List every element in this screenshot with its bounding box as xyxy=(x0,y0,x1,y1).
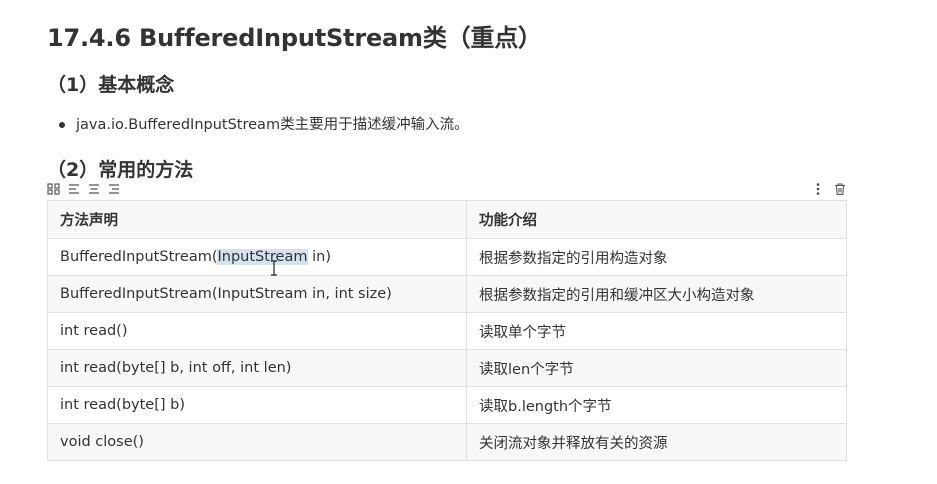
grid-icon[interactable] xyxy=(47,181,61,195)
table-row: int read(byte[] b, int off, int len) 读取l… xyxy=(47,349,847,387)
methods-table: 方法声明 功能介绍 BufferedInputStream(InputStrea… xyxy=(47,200,847,461)
table-row: BufferedInputStream(InputStream in, int … xyxy=(47,275,847,313)
more-vertical-icon[interactable] xyxy=(811,181,825,195)
header-method-declaration[interactable]: 方法声明 xyxy=(47,200,467,239)
table-toolbar xyxy=(47,181,847,196)
page-heading: 17.4.6 BufferedInputStream类（重点） xyxy=(47,24,542,52)
method-cell[interactable]: int read() xyxy=(47,312,467,350)
align-right-icon[interactable] xyxy=(107,181,121,195)
table-row: int read(byte[] b) 读取b.length个字节 xyxy=(47,386,847,424)
table-row: int read() 读取单个字节 xyxy=(47,312,847,350)
description-cell[interactable]: 读取b.length个字节 xyxy=(466,386,847,424)
method-cell[interactable]: void close() xyxy=(47,423,467,461)
description-cell[interactable]: 关闭流对象并释放有关的资源 xyxy=(466,423,847,461)
trash-icon[interactable] xyxy=(833,181,847,196)
align-center-icon[interactable] xyxy=(87,181,101,195)
method-cell[interactable]: BufferedInputStream(InputStream in, int … xyxy=(47,275,467,313)
description-cell[interactable]: 根据参数指定的引用和缓冲区大小构造对象 xyxy=(466,275,847,313)
description-cell[interactable]: 读取len个字节 xyxy=(466,349,847,387)
method-text-before: BufferedInputStream( xyxy=(60,249,218,265)
list-item: java.io.BufferedInputStream类主要用于描述缓冲输入流。 xyxy=(47,114,469,136)
table-row: BufferedInputStream(InputStream in) 根据参数… xyxy=(47,238,847,276)
table-header-row: 方法声明 功能介绍 xyxy=(47,200,847,239)
list-item-text: java.io.BufferedInputStream类主要用于描述缓冲输入流。 xyxy=(76,117,469,133)
table-row: void close() 关闭流对象并释放有关的资源 xyxy=(47,423,847,461)
bullet-list: java.io.BufferedInputStream类主要用于描述缓冲输入流。 xyxy=(47,114,469,136)
section-title-common-methods: （2）常用的方法 xyxy=(47,159,194,181)
method-text-after: in) xyxy=(307,249,331,265)
header-function-description[interactable]: 功能介绍 xyxy=(466,200,847,239)
description-cell[interactable]: 读取单个字节 xyxy=(466,312,847,350)
bullet-dot xyxy=(59,122,65,128)
method-cell[interactable]: int read(byte[] b, int off, int len) xyxy=(47,349,467,387)
method-cell[interactable]: BufferedInputStream(InputStream in) xyxy=(47,238,467,276)
align-left-icon[interactable] xyxy=(67,181,81,195)
selected-text: InputStream xyxy=(217,249,308,265)
method-cell[interactable]: int read(byte[] b) xyxy=(47,386,467,424)
description-cell[interactable]: 根据参数指定的引用构造对象 xyxy=(466,238,847,276)
section-title-basic-concept: （1）基本概念 xyxy=(47,74,175,96)
